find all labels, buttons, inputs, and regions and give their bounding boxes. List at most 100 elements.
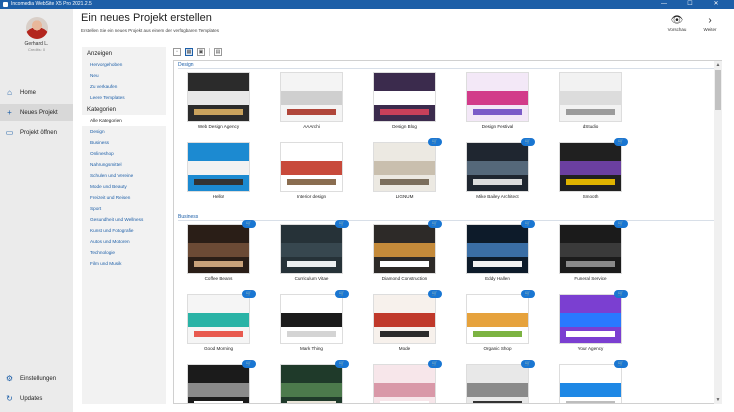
gallery-scrollbar[interactable]: ▲ ▼ (714, 61, 722, 404)
maximize-button[interactable]: ☐ (680, 0, 700, 9)
thumbnail-band (188, 313, 249, 327)
nav-item-home[interactable]: ⌂ Home (0, 84, 73, 101)
small-icons-view-button[interactable]: ▫ (173, 48, 181, 56)
app-icon (3, 2, 8, 7)
template-thumbnail[interactable] (373, 224, 436, 274)
template-thumbnail[interactable] (373, 72, 436, 122)
template-name: Mike Bailey Architect (476, 194, 519, 199)
template-thumbnail[interactable] (280, 294, 343, 344)
thumbnail-band (194, 331, 243, 337)
close-button[interactable]: ✕ (706, 0, 726, 9)
shopping-cart-icon[interactable]: 🛒 (614, 138, 628, 146)
nav-item-updates[interactable]: ↻ Updates (0, 390, 73, 407)
show-filter-item[interactable]: Leere Templates (82, 92, 166, 103)
template-thumbnail[interactable] (280, 364, 343, 403)
shopping-cart-icon[interactable]: 🛒 (614, 220, 628, 228)
thumbnail-band (473, 179, 522, 185)
shopping-cart-icon[interactable]: 🛒 (335, 220, 349, 228)
shopping-cart-icon[interactable]: 🛒 (428, 220, 442, 228)
template-thumbnail[interactable] (559, 142, 622, 192)
title-bar: Incomedia WebSite X5 Pro 2021.2.5 — ☐ ✕ (0, 0, 734, 9)
shopping-cart-icon[interactable]: 🛒 (521, 290, 535, 298)
shopping-cart-icon[interactable]: 🛒 (521, 138, 535, 146)
grid-large-icon: ▣ (198, 49, 204, 55)
show-filter-item[interactable]: Hervorgehoben (82, 59, 166, 70)
template-thumbnail[interactable] (373, 294, 436, 344)
section-divider (178, 220, 715, 221)
shopping-cart-icon[interactable]: 🛒 (335, 290, 349, 298)
category-item[interactable]: Kunst und Fotografie (82, 225, 166, 236)
template-thumbnail[interactable] (187, 72, 250, 122)
thumbnail-band (560, 91, 621, 105)
category-item[interactable]: Mode und Beauty (82, 181, 166, 192)
show-filter-item[interactable]: Neu (82, 70, 166, 81)
category-item[interactable]: Nahrungsmittel (82, 159, 166, 170)
shopping-cart-icon[interactable]: 🛒 (242, 220, 256, 228)
category-item[interactable]: Schulen und Vereine (82, 170, 166, 181)
scrollbar-thumb[interactable] (715, 70, 721, 110)
scroll-up-icon[interactable]: ▲ (714, 61, 722, 69)
shopping-cart-icon[interactable]: 🛒 (428, 360, 442, 368)
shopping-cart-icon[interactable]: 🛒 (242, 290, 256, 298)
template-thumbnail[interactable] (373, 142, 436, 192)
thumbnail-band (281, 243, 342, 257)
template-thumbnail[interactable] (466, 294, 529, 344)
template-thumbnail[interactable] (466, 364, 529, 403)
shopping-cart-icon[interactable]: 🛒 (335, 360, 349, 368)
shopping-cart-icon[interactable]: 🛒 (614, 290, 628, 298)
template-thumbnail[interactable] (559, 364, 622, 403)
thumbnail-band (566, 401, 615, 403)
nav-item-label: Einstellungen (20, 375, 57, 382)
template-thumbnail[interactable] (280, 72, 343, 122)
thumbnail-band (380, 261, 429, 267)
category-item[interactable]: Business (82, 137, 166, 148)
template-thumbnail[interactable] (280, 142, 343, 192)
thumbnail-band (281, 161, 342, 175)
template-thumbnail[interactable] (187, 294, 250, 344)
template-thumbnail[interactable] (466, 224, 529, 274)
template-thumbnail[interactable] (187, 142, 250, 192)
medium-icons-view-button[interactable]: ▦ (185, 48, 193, 56)
user-profile[interactable]: Gerhard L. Credits: 0 (0, 17, 73, 52)
shopping-cart-icon[interactable]: 🛒 (242, 360, 256, 368)
category-item[interactable]: Design (82, 126, 166, 137)
template-thumbnail[interactable] (187, 224, 250, 274)
template-thumbnail[interactable] (466, 72, 529, 122)
category-item[interactable]: Alle Kategorien (82, 115, 166, 126)
nav-item-label: Projekt öffnen (20, 129, 57, 136)
shopping-cart-icon[interactable]: 🛒 (521, 220, 535, 228)
shopping-cart-icon[interactable]: 🛒 (521, 360, 535, 368)
template-thumbnail[interactable] (559, 224, 622, 274)
shopping-cart-icon[interactable]: 🛒 (428, 290, 442, 298)
thumbnail-band (473, 401, 522, 403)
template-thumbnail[interactable] (187, 364, 250, 403)
shopping-cart-icon[interactable]: 🛒 (428, 138, 442, 146)
thumbnail-band (380, 401, 429, 403)
nav-item-new-project[interactable]: + Neues Projekt (0, 104, 73, 121)
category-item[interactable]: Gesundheit und Wellness (82, 214, 166, 225)
template-gallery: Design Web Design Agency AAArchi Design Blo… (173, 60, 722, 404)
category-item[interactable]: Technologie (82, 247, 166, 258)
category-item[interactable]: Film und Musik (82, 258, 166, 269)
nav-item-settings[interactable]: ⚙ Einstellungen (0, 370, 73, 387)
template-name: Interior design (296, 194, 327, 199)
nav-item-open-project[interactable]: ▭ Projekt öffnen (0, 124, 73, 141)
template-thumbnail[interactable] (559, 72, 622, 122)
scroll-down-icon[interactable]: ▼ (714, 396, 722, 404)
category-item[interactable]: Sport (82, 203, 166, 214)
template-thumbnail[interactable] (559, 294, 622, 344)
template-thumbnail[interactable] (373, 364, 436, 403)
category-item[interactable]: Onlineshop (82, 148, 166, 159)
category-item[interactable]: Autos und Motoren (82, 236, 166, 247)
template-thumbnail[interactable] (280, 224, 343, 274)
preview-button[interactable]: 👁 Vorschau (666, 15, 688, 32)
category-item[interactable]: Freizeit und Reisen (82, 192, 166, 203)
template-info-button[interactable]: ▤ (214, 48, 222, 56)
large-icons-view-button[interactable]: ▣ (197, 48, 205, 56)
show-filter-item[interactable]: Zu verkaufen (82, 81, 166, 92)
minimize-button[interactable]: — (654, 0, 674, 9)
template-thumbnail[interactable] (466, 142, 529, 192)
template-name: Design Blog (392, 124, 417, 129)
next-button[interactable]: › Weiter (699, 15, 721, 32)
shopping-cart-icon[interactable]: 🛒 (614, 360, 628, 368)
